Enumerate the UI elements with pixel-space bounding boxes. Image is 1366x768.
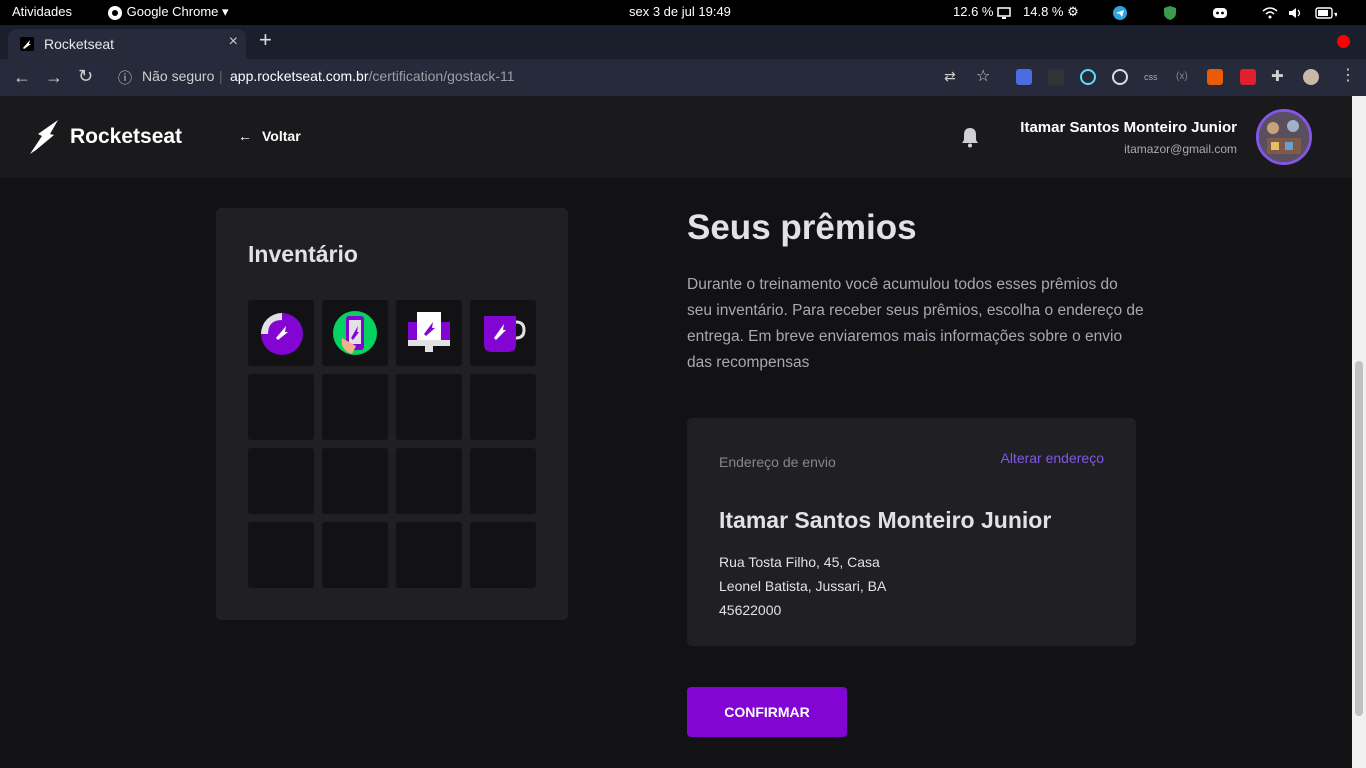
address-line-1: Rua Tosta Filho, 45, Casa (719, 554, 880, 570)
inventory-slot-empty (322, 522, 388, 588)
cpu-value: 12.6 % (953, 4, 994, 19)
rocketseat-logo-icon[interactable] (28, 118, 62, 156)
inventory-grid (248, 300, 536, 588)
cpu-indicator[interactable]: 12.6 % (953, 4, 1011, 19)
page-description: Durante o treinamento você acumulou todo… (687, 276, 1144, 371)
change-address-link[interactable]: Alterar endereço (1000, 450, 1104, 466)
discord-icon[interactable] (1212, 4, 1228, 20)
ext-8-icon[interactable] (1240, 69, 1256, 85)
back-label: Voltar (262, 128, 301, 144)
browser-toolbar: ← → ↻ ⓘ Não seguro | app.rocketseat.com.… (0, 59, 1366, 96)
clock[interactable]: sex 3 de jul 19:49 (629, 4, 731, 19)
profile-avatar-icon[interactable] (1303, 69, 1319, 85)
ext-4-icon[interactable] (1112, 69, 1128, 85)
react-devtools-icon[interactable] (1080, 69, 1096, 85)
address-zip: 45622000 (719, 602, 782, 618)
star-icon[interactable]: ☆ (976, 66, 990, 86)
inventory-title: Inventário (248, 241, 358, 267)
mug-icon (484, 316, 526, 352)
reload-icon[interactable]: ↻ (78, 66, 93, 87)
ext-6-icon[interactable]: (x) (1176, 71, 1188, 82)
page-content: Rocketseat ← Voltar Itamar Santos Monteir… (0, 96, 1352, 768)
inventory-slot-empty (396, 374, 462, 440)
confirm-button[interactable]: CONFIRMAR (687, 687, 847, 737)
app-menu[interactable]: Google Chrome ▾ (107, 4, 229, 21)
wifi-icon[interactable] (1262, 4, 1278, 20)
monitor-icon (997, 6, 1011, 19)
shipping-address-card: Endereço de envio Alterar endereço Itama… (687, 418, 1136, 646)
user-email: itamazor@gmail.com (1124, 142, 1237, 156)
security-label[interactable]: Não seguro (142, 68, 214, 84)
shield-icon[interactable] (1163, 4, 1177, 21)
google-translate-ext-icon[interactable] (1016, 69, 1032, 85)
back-arrow-icon[interactable]: ← (13, 67, 31, 88)
mem-value: 14.8 % (1023, 4, 1064, 19)
page-title: Seus prêmios (687, 208, 917, 247)
shipping-address-label: Endereço de envio (719, 454, 836, 470)
activities-button[interactable]: Atividades (12, 4, 72, 19)
inventory-slot-empty (470, 448, 536, 514)
tab-rocketseat[interactable]: Rocketseat × (8, 29, 246, 59)
new-tab-icon[interactable]: + (259, 29, 272, 51)
inventory-slot[interactable] (396, 300, 462, 366)
kebab-menu-icon[interactable]: ⋮ (1340, 65, 1356, 85)
arrow-left-icon: ← (238, 128, 252, 144)
chrome-icon (108, 5, 122, 20)
inventory-slot-empty (322, 374, 388, 440)
info-icon[interactable]: ⓘ (118, 68, 132, 88)
inventory-slot[interactable] (248, 300, 314, 366)
avatar[interactable] (1256, 109, 1312, 165)
battery-icon[interactable]: ▾ (1315, 4, 1338, 19)
volume-icon[interactable] (1288, 4, 1304, 20)
inventory-card: Inventário (216, 208, 568, 620)
forward-arrow-icon[interactable]: → (45, 67, 63, 88)
inventory-slot-empty (248, 448, 314, 514)
url-path: /certification/gostack-11 (368, 68, 515, 84)
rocketseat-favicon-icon (20, 37, 34, 51)
gear-icon: ⚙ (1067, 4, 1079, 19)
back-button[interactable]: ← Voltar (238, 128, 301, 144)
user-name: Itamar Santos Monteiro Junior (1020, 119, 1237, 136)
phone-case-icon (333, 311, 377, 355)
url-host: app.rocketseat.com.br (230, 68, 369, 84)
inventory-slot-empty (248, 374, 314, 440)
svg-text:▾: ▾ (1334, 10, 1337, 19)
close-icon[interactable]: × (229, 33, 238, 51)
avatar-photo-icon (1259, 112, 1309, 162)
tab-title: Rocketseat (44, 36, 115, 52)
telegram-icon[interactable] (1113, 4, 1127, 20)
inventory-slot[interactable] (322, 300, 388, 366)
css-ext-icon[interactable]: css (1144, 72, 1158, 82)
translate-icon[interactable]: ⇄ (944, 68, 956, 85)
app-menu-label: Google Chrome (126, 4, 219, 19)
mem-indicator[interactable]: 14.8 % ⚙ (1023, 4, 1079, 20)
page-scrollbar[interactable] (1352, 96, 1366, 768)
inventory-slot-empty (248, 522, 314, 588)
scrollbar-thumb[interactable] (1355, 361, 1363, 716)
recipient-name: Itamar Santos Monteiro Junior (719, 507, 1052, 533)
tab-strip: Rocketseat × (0, 25, 1366, 59)
omnibox-url[interactable]: app.rocketseat.com.br/certification/gost… (230, 68, 515, 84)
address-line-2: Leonel Batista, Jussari, BA (719, 578, 887, 594)
inventory-slot-empty (396, 522, 462, 588)
inventory-slot[interactable] (470, 300, 536, 366)
puzzle-icon[interactable]: ✚ (1271, 67, 1284, 85)
ext-7-icon[interactable] (1207, 69, 1223, 85)
recording-indicator-icon[interactable] (1337, 35, 1350, 48)
system-top-bar: Atividades Google Chrome ▾ sex 3 de jul … (0, 0, 1366, 25)
ext-2-icon[interactable] (1048, 69, 1064, 85)
inventory-slot-empty (322, 448, 388, 514)
bell-icon[interactable] (960, 126, 980, 148)
inventory-slot-empty (396, 448, 462, 514)
brand-name[interactable]: Rocketseat (70, 125, 182, 149)
computer-icon (408, 312, 450, 352)
app-header: Rocketseat ← Voltar Itamar Santos Monteir… (0, 96, 1352, 178)
sticker-icon (261, 313, 303, 355)
inventory-slot-empty (470, 374, 536, 440)
inventory-slot-empty (470, 522, 536, 588)
omnibox-divider: | (219, 68, 223, 84)
